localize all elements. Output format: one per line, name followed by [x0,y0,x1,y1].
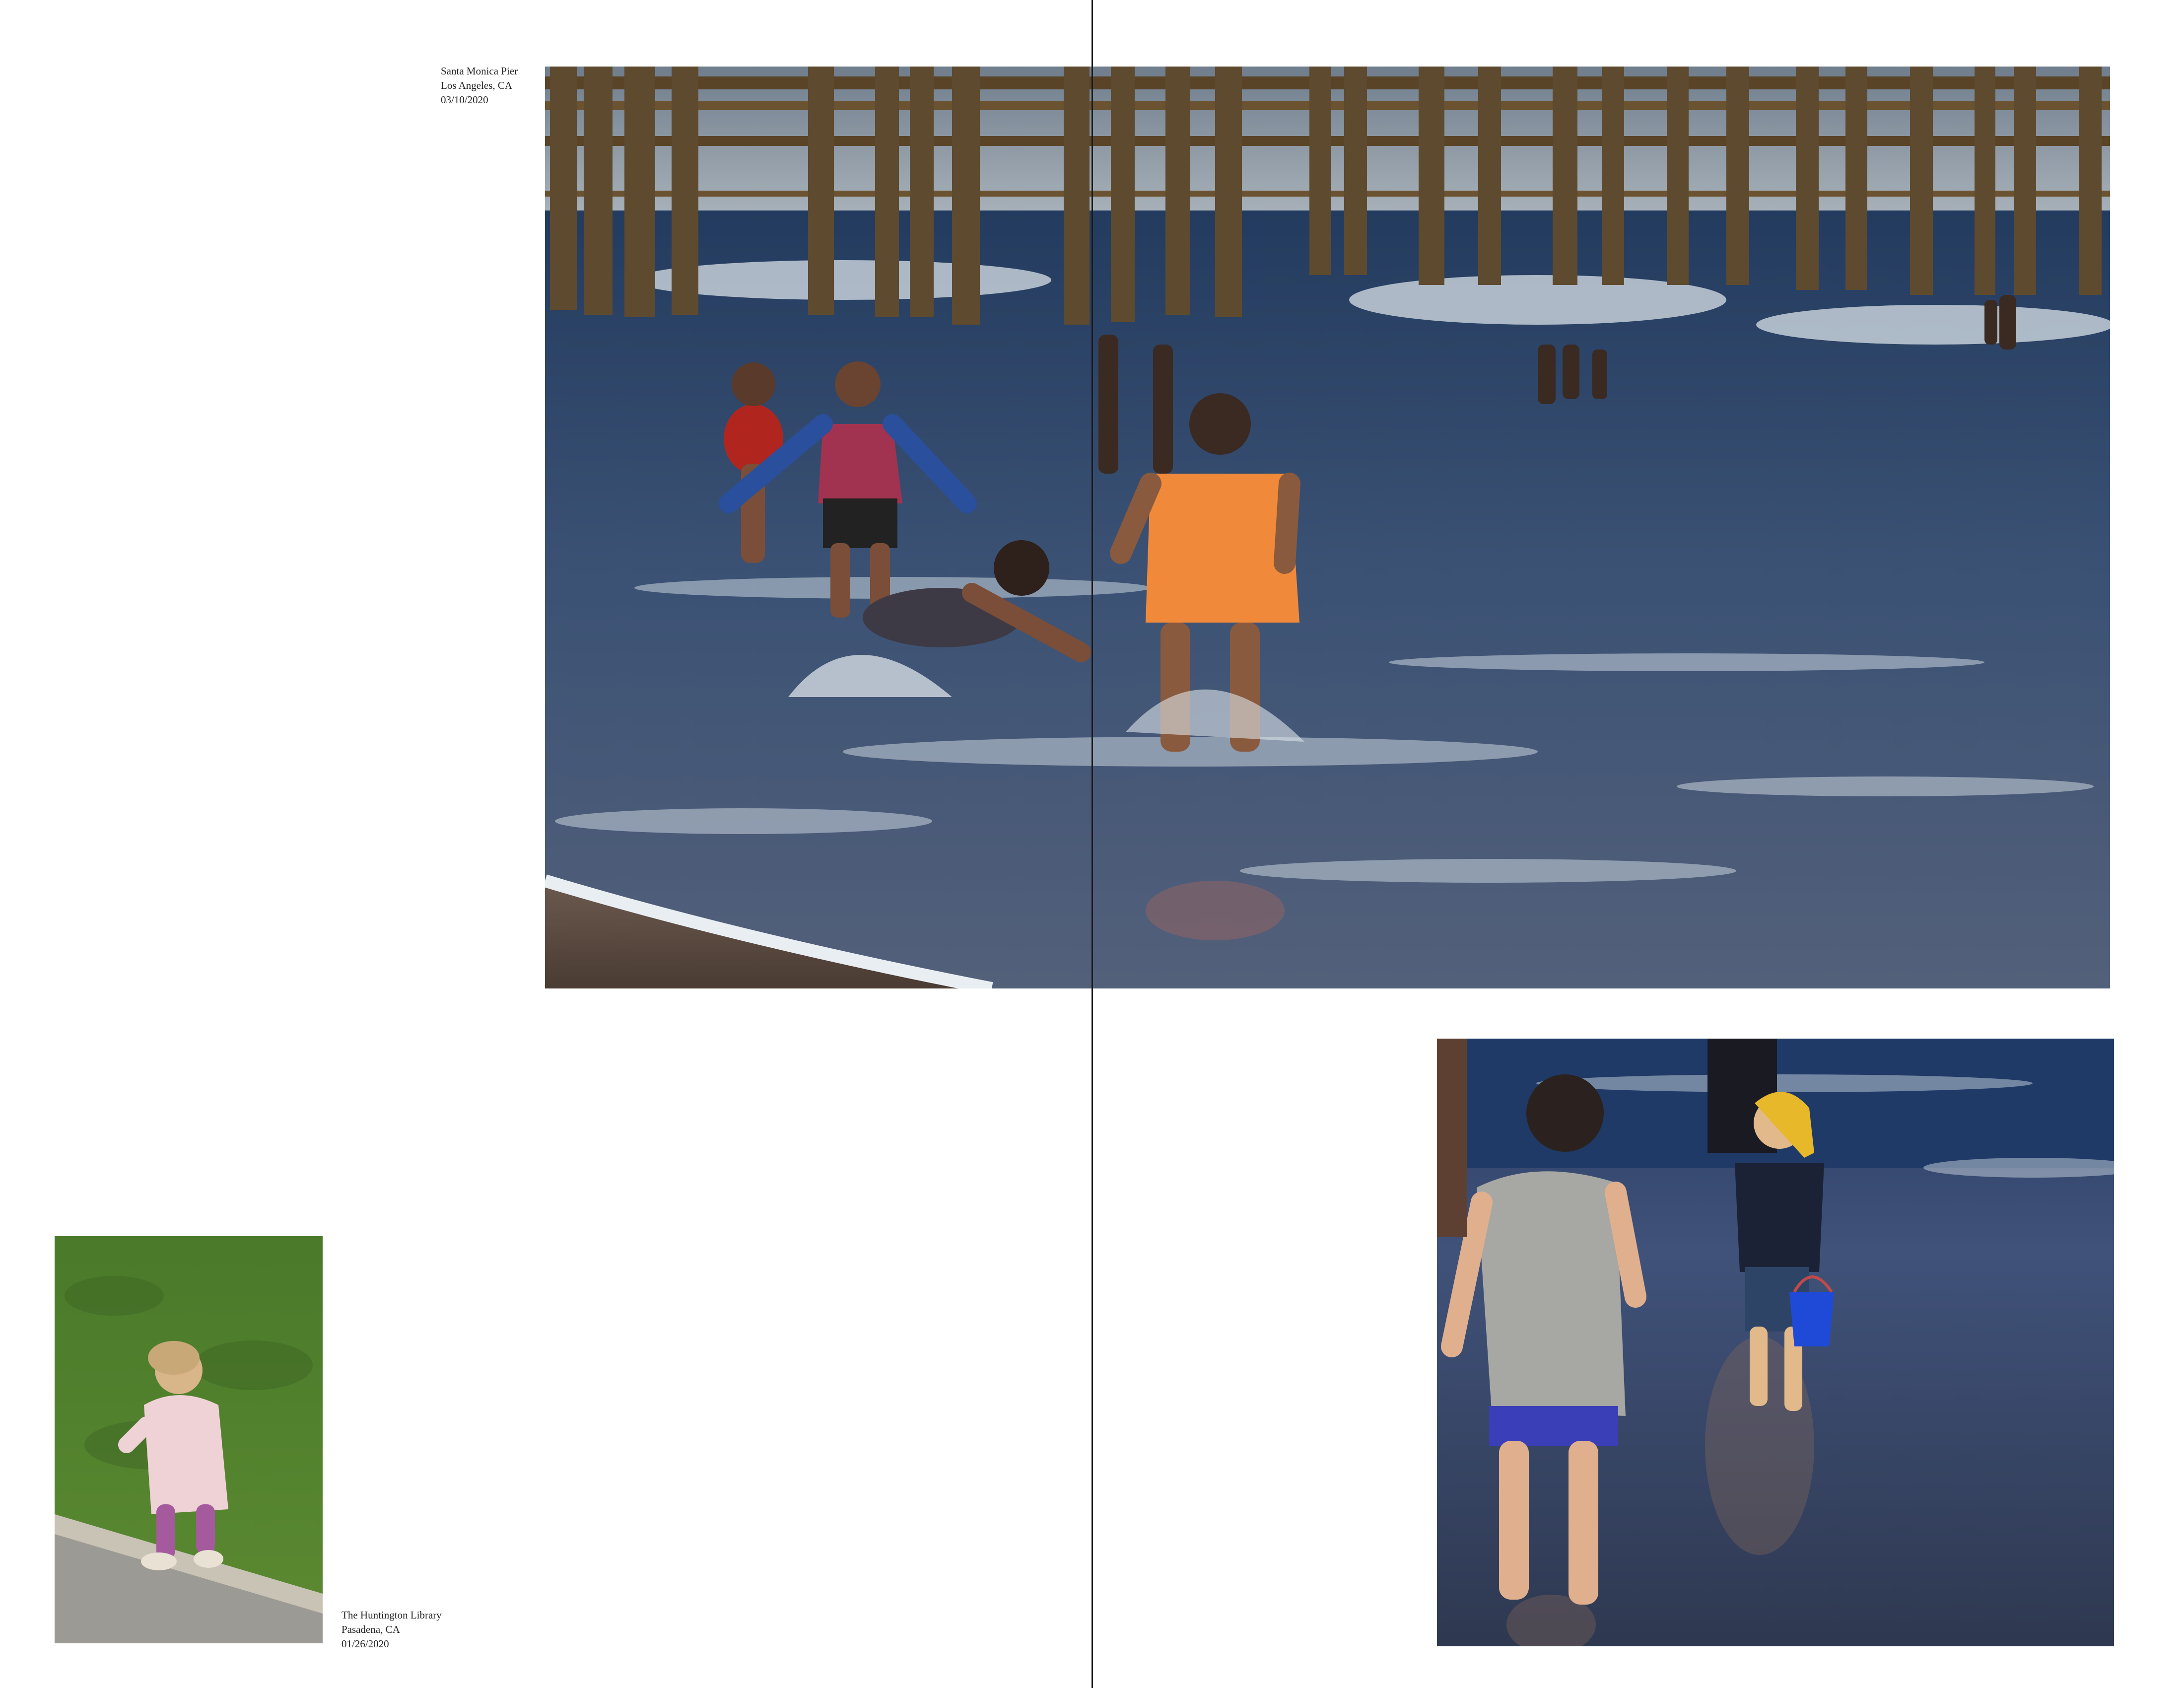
pier-photo-image [545,67,2110,988]
pier-photo [545,67,2110,988]
garden-caption-place: The Huntington Library [341,1609,442,1621]
boys-photo [1437,1039,2114,1646]
garden-photo-image [55,1236,323,1643]
garden-caption: The Huntington Library Pasadena, CA 01/2… [341,1608,442,1651]
pier-caption: Santa Monica Pier Los Angeles, CA 03/10/… [441,64,518,107]
garden-caption-city: Pasadena, CA [341,1623,400,1635]
pier-caption-city: Los Angeles, CA [441,79,513,91]
pier-caption-date: 03/10/2020 [441,94,488,106]
boys-photo-image [1437,1039,2114,1646]
garden-photo [55,1236,323,1643]
pier-caption-place: Santa Monica Pier [441,65,518,77]
garden-caption-date: 01/26/2020 [341,1638,389,1650]
spread-gutter [1092,0,1093,1688]
